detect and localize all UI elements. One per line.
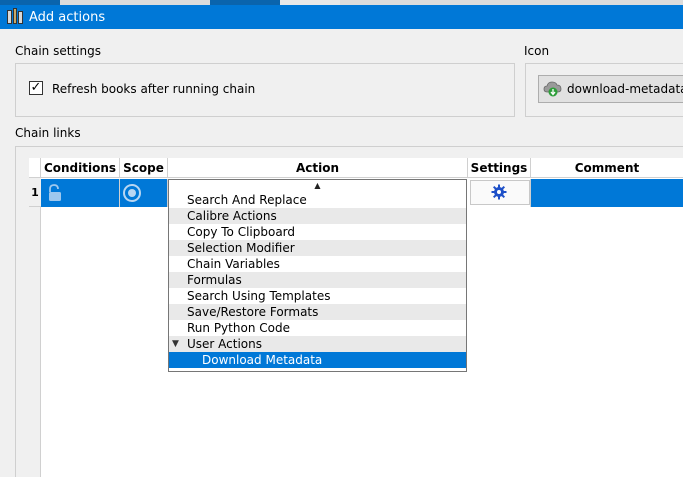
comment-cell[interactable] bbox=[531, 179, 683, 207]
dropdown-item-label: Download Metadata bbox=[202, 353, 323, 367]
dropdown-item-label: Formulas bbox=[187, 273, 242, 287]
row-number[interactable]: 1 bbox=[29, 178, 41, 207]
dropdown-item-formulas[interactable]: Formulas bbox=[169, 272, 466, 288]
column-header-comment[interactable]: Comment bbox=[531, 158, 683, 178]
column-header-action[interactable]: Action bbox=[168, 158, 468, 178]
dropdown-item-selection-modifier[interactable]: Selection Modifier bbox=[169, 240, 466, 256]
expand-arrow-icon[interactable]: ▼ bbox=[172, 336, 179, 352]
unlock-icon[interactable] bbox=[47, 184, 63, 202]
refresh-books-checkbox[interactable]: ✓ bbox=[29, 81, 43, 95]
dropdown-item-search-using-templates[interactable]: Search Using Templates bbox=[169, 288, 466, 304]
row-header-column bbox=[29, 178, 41, 477]
dropdown-item-chain-variables[interactable]: Chain Variables bbox=[169, 256, 466, 272]
dropdown-item-search-and-replace[interactable]: Search And Replace bbox=[169, 192, 466, 208]
dropdown-item-download-metadata[interactable]: Download Metadata bbox=[169, 352, 466, 368]
column-header-scope[interactable]: Scope bbox=[120, 158, 168, 178]
dropdown-item-label: Selection Modifier bbox=[187, 241, 295, 255]
dropdown-item-label: Search Using Templates bbox=[187, 289, 331, 303]
dropdown-item-user-actions[interactable]: ▼ User Actions bbox=[169, 336, 466, 352]
scroll-up-arrow[interactable]: ▲ bbox=[169, 180, 466, 191]
chain-settings-label: Chain settings bbox=[15, 44, 101, 58]
dropdown-item-label: User Actions bbox=[187, 337, 262, 351]
gear-icon bbox=[491, 184, 507, 200]
dropdown-item-copy-to-clipboard[interactable]: Copy To Clipboard bbox=[169, 224, 466, 240]
radio-target-icon[interactable] bbox=[122, 183, 142, 203]
dropdown-item-label: Save/Restore Formats bbox=[187, 305, 319, 319]
cloud-download-icon bbox=[543, 81, 562, 97]
dropdown-item-save-restore-formats[interactable]: Save/Restore Formats bbox=[169, 304, 466, 320]
chain-links-label: Chain links bbox=[15, 126, 81, 140]
refresh-books-label[interactable]: Refresh books after running chain bbox=[52, 82, 255, 96]
dropdown-item-label: Run Python Code bbox=[187, 321, 290, 335]
column-header-settings[interactable]: Settings bbox=[468, 158, 531, 178]
dropdown-item-label: Search And Replace bbox=[187, 193, 307, 207]
icon-label: Icon bbox=[524, 44, 550, 58]
dropdown-item-run-python-code[interactable]: Run Python Code bbox=[169, 320, 466, 336]
table-corner bbox=[29, 158, 41, 178]
title-bar[interactable]: Add actions bbox=[0, 5, 683, 29]
dropdown-item-calibre-actions[interactable]: Calibre Actions bbox=[169, 208, 466, 224]
dropdown-item-label: Copy To Clipboard bbox=[187, 225, 296, 239]
calibre-books-icon bbox=[7, 8, 24, 24]
dropdown-item-label: Chain Variables bbox=[187, 257, 280, 271]
icon-button-label: download-metadata. bbox=[567, 82, 683, 96]
dropdown-item-label: Calibre Actions bbox=[187, 209, 277, 223]
window-title: Add actions bbox=[29, 9, 106, 25]
column-header-conditions[interactable]: Conditions bbox=[41, 158, 120, 178]
